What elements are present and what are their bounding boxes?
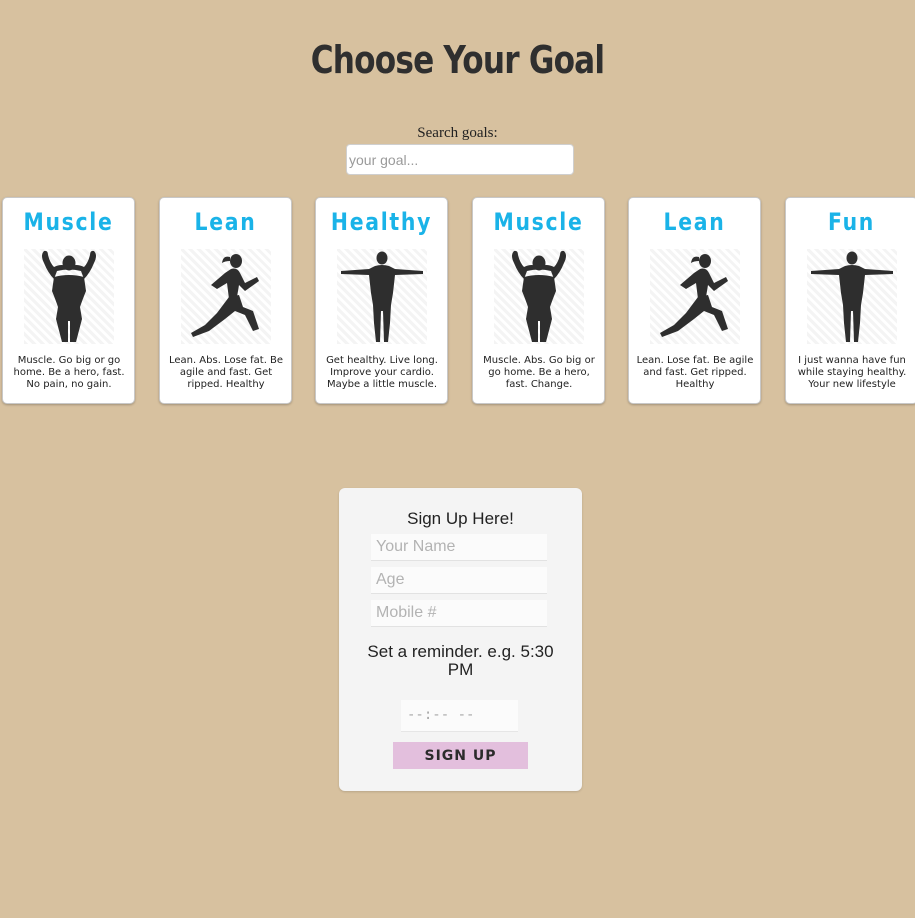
goal-card-muscle[interactable]: Muscle Muscle. Go big or go home. Be a h… — [2, 197, 135, 404]
card-title: Fun — [827, 208, 876, 236]
card-title: Muscle — [23, 208, 114, 236]
search-label: Search goals: — [417, 125, 498, 141]
runner-figure-icon — [181, 249, 271, 344]
page-title: Choose Your Goal — [310, 38, 605, 82]
goal-card-muscle[interactable]: Muscle Muscle. Abs. Go big or go home. B… — [472, 197, 605, 404]
card-title: Lean — [194, 208, 257, 236]
card-description: Muscle. Abs. Go big or go home. Be a her… — [483, 355, 595, 390]
standing-figure-icon — [807, 249, 897, 344]
card-description: Muscle. Go big or go home. Be a hero, fa… — [13, 355, 125, 390]
search-input[interactable] — [346, 144, 574, 175]
signup-title: Sign Up Here! — [407, 509, 514, 528]
goal-card-healthy[interactable]: Healthy Get healthy. Live long. Improve … — [315, 197, 448, 404]
signup-form: Sign Up Here! Set a reminder. e.g. 5:30 … — [339, 488, 582, 791]
card-description: Lean. Lose fat. Be agile and fast. Get r… — [636, 355, 754, 390]
goal-card-lean[interactable]: Lean Lean. Lose fat. Be agile and fast. … — [628, 197, 761, 404]
card-description: I just wanna have fun while staying heal… — [797, 355, 907, 390]
standing-figure-icon — [337, 249, 427, 344]
card-description: Lean. Abs. Lose fat. Be agile and fast. … — [168, 355, 284, 390]
mobile-field[interactable] — [371, 600, 547, 627]
reminder-time-input[interactable]: --:-- -- — [401, 700, 518, 732]
muscle-figure-icon — [24, 249, 114, 344]
card-title: Healthy — [330, 208, 433, 236]
muscle-figure-icon — [494, 249, 584, 344]
card-title: Muscle — [493, 208, 584, 236]
card-description: Get healthy. Live long. Improve your car… — [326, 355, 438, 390]
goal-card-fun[interactable]: Fun I just wanna have fun while staying … — [785, 197, 915, 404]
goal-card-lean[interactable]: Lean Lean. Abs. Lose fat. Be agile and f… — [159, 197, 292, 404]
runner-figure-icon — [650, 249, 740, 344]
name-field[interactable] — [371, 534, 547, 561]
card-title: Lean — [663, 208, 726, 236]
age-field[interactable] — [371, 567, 547, 594]
reminder-label: Set a reminder. e.g. 5:30 PM — [367, 642, 554, 679]
goal-cards: Muscle Muscle. Go big or go home. Be a h… — [0, 197, 915, 404]
signup-button[interactable]: SIGN UP — [393, 742, 528, 769]
